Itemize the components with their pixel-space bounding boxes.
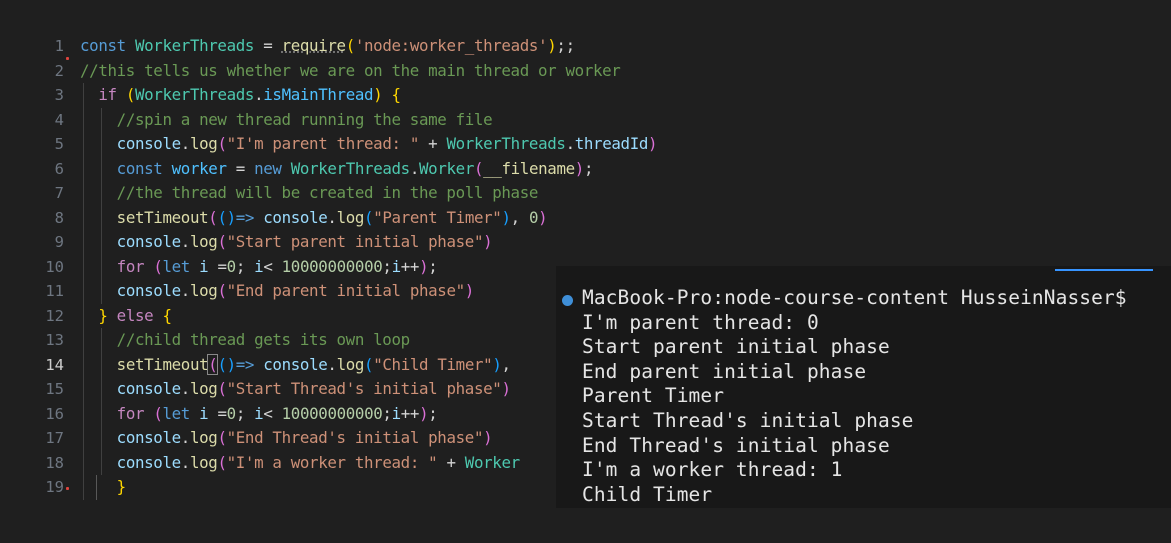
code-line-9[interactable]: 9 console.log("Start parent initial phas… [0, 230, 1171, 254]
code-text[interactable]: if (WorkerThreads.isMainThread) { [80, 83, 401, 107]
code-line-7[interactable]: 7 //the thread will be created in the po… [0, 181, 1171, 205]
code-line-3[interactable]: 3 if (WorkerThreads.isMainThread) { [0, 83, 1171, 107]
code-text[interactable]: console.log("I'm a worker thread: " + Wo… [80, 451, 520, 475]
line-number[interactable]: 15 [0, 377, 64, 401]
code-line-2[interactable]: 2 //this tells us whether we are on the m… [0, 59, 1171, 83]
code-text[interactable]: setTimeout(()=> console.log("Parent Time… [80, 206, 548, 230]
terminal-output-line: End parent initial phase [582, 359, 867, 383]
code-text[interactable]: //the thread will be created in the poll… [80, 181, 539, 205]
terminal-prompt: MacBook-Pro:node-course-content HusseinN… [582, 286, 1127, 309]
line-number[interactable]: 12 [0, 304, 64, 328]
line-number[interactable]: 4 [0, 108, 64, 132]
code-text[interactable]: for (let i =0; i< 10000000000;i++); [80, 402, 438, 426]
terminal-output-line: Start parent initial phase [582, 335, 890, 359]
terminal-output-line: Parent Timer [582, 384, 725, 408]
line-number[interactable]: 11 [0, 279, 64, 303]
terminal-panel[interactable]: MacBook-Pro:node-course-content HusseinN… [556, 266, 1171, 508]
code-text[interactable]: } [80, 475, 127, 499]
code-text[interactable]: console.log("I'm parent thread: " + Work… [80, 132, 658, 156]
code-text[interactable]: const worker = new WorkerThreads.Worker(… [80, 157, 594, 181]
line-number[interactable]: 6 [0, 157, 64, 181]
line-number[interactable]: 18 [0, 451, 64, 475]
code-line-1[interactable]: 1 const WorkerThreads = require('node:wor… [0, 34, 1171, 58]
code-text[interactable]: console.log("End parent initial phase") [80, 279, 475, 303]
line-number[interactable]: 13 [0, 328, 64, 352]
line-number[interactable]: 14 [0, 353, 64, 377]
code-line-8[interactable]: 8 setTimeout(()=> console.log("Parent Ti… [0, 206, 1171, 230]
code-text[interactable]: for (let i =0; i< 10000000000;i++); [80, 255, 438, 279]
gutter-marker-icon [66, 57, 69, 60]
line-number[interactable]: 10 [0, 255, 64, 279]
terminal-output-line: Start Thread's initial phase [582, 409, 914, 432]
indent-guide [101, 107, 102, 304]
code-text[interactable]: setTimeout(()=> console.log("Child Timer… [80, 353, 511, 377]
indent-guide [101, 328, 102, 475]
code-text[interactable]: console.log("Start Thread's initial phas… [80, 377, 511, 401]
code-text[interactable]: //child thread gets its own loop [80, 328, 410, 352]
line-number[interactable]: 7 [0, 181, 64, 205]
line-number[interactable]: 3 [0, 83, 64, 107]
indent-guide [96, 475, 97, 500]
command-status-dot-icon[interactable] [562, 295, 573, 306]
terminal-output-line: End Thread's initial phase [582, 433, 890, 457]
line-number[interactable]: 1 [0, 34, 64, 58]
indent-guide [83, 83, 84, 500]
terminal-tab-indicator [1055, 269, 1153, 271]
line-number[interactable]: 5 [0, 132, 64, 156]
line-number[interactable]: 2 [0, 59, 64, 83]
line-number[interactable]: 16 [0, 402, 64, 426]
code-line-6[interactable]: 6 const worker = new WorkerThreads.Worke… [0, 157, 1171, 181]
line-number[interactable]: 9 [0, 230, 64, 254]
code-text[interactable]: //this tells us whether we are on the ma… [80, 59, 621, 83]
code-text[interactable]: } else { [80, 304, 172, 328]
code-text[interactable]: console.log("Start parent initial phase"… [80, 230, 493, 254]
terminal-output-line: I'm parent thread: 0 [582, 310, 819, 334]
terminal-output-line: I'm a worker thread: 1 [582, 458, 843, 482]
code-text[interactable]: console.log("End Thread's initial phase"… [80, 426, 493, 450]
code-text[interactable]: const WorkerThreads = require('node:work… [80, 34, 575, 58]
line-number[interactable]: 19 [0, 475, 64, 499]
code-line-5[interactable]: 5 console.log("I'm parent thread: " + Wo… [0, 132, 1171, 156]
line-number[interactable]: 17 [0, 426, 64, 450]
code-text[interactable]: //spin a new thread running the same fil… [80, 108, 493, 132]
line-number[interactable]: 8 [0, 206, 64, 230]
gutter-marker-icon [66, 487, 69, 490]
code-line-4[interactable]: 4 //spin a new thread running the same f… [0, 108, 1171, 132]
terminal-output-line: Child Timer [582, 482, 713, 506]
